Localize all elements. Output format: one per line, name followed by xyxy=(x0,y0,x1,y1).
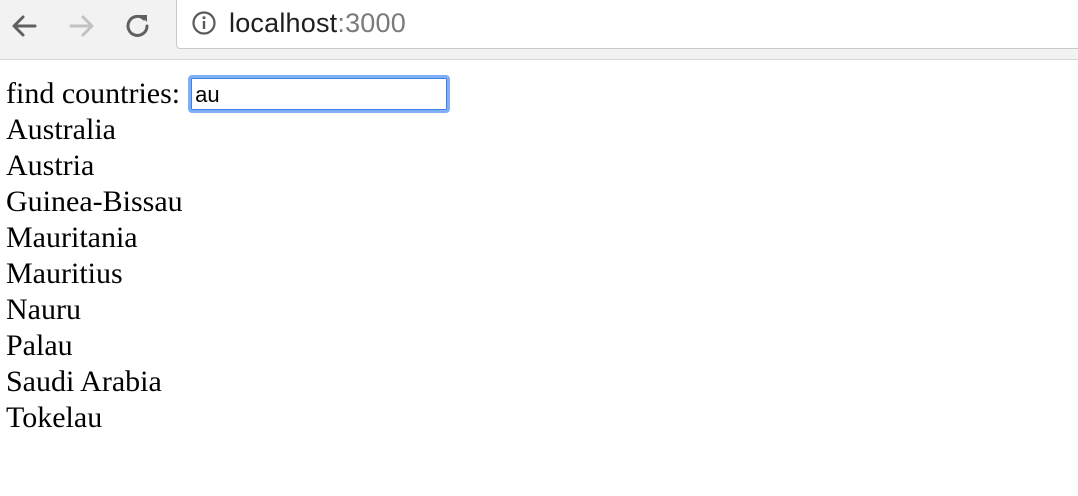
list-item: Palau xyxy=(6,329,73,362)
reload-icon xyxy=(126,14,149,37)
arrow-left-icon xyxy=(12,15,37,37)
url-text: localhost:3000 xyxy=(229,8,406,39)
search-label: find countries: xyxy=(6,77,181,110)
forward-button[interactable] xyxy=(64,8,100,44)
search-row: find countries: xyxy=(6,75,1078,113)
country-list: Australia Austria Guinea-Bissau Mauritan… xyxy=(6,112,1078,436)
list-item: Tokelau xyxy=(6,401,103,434)
list-item: Guinea-Bissau xyxy=(6,185,183,218)
url-host: localhost xyxy=(229,7,338,38)
page-content: find countries: Australia Austria Guinea… xyxy=(0,60,1078,436)
list-item: Australia xyxy=(6,113,116,146)
list-item: Mauritius xyxy=(6,257,123,290)
info-icon[interactable] xyxy=(191,10,217,36)
reload-button[interactable] xyxy=(120,8,156,44)
browser-toolbar: localhost:3000 xyxy=(0,0,1078,60)
list-item: Saudi Arabia xyxy=(6,365,162,398)
list-item: Austria xyxy=(6,149,95,182)
back-button[interactable] xyxy=(6,8,42,44)
arrow-right-icon xyxy=(69,15,94,37)
search-input[interactable] xyxy=(188,75,451,113)
list-item: Nauru xyxy=(6,293,81,326)
address-bar[interactable]: localhost:3000 xyxy=(176,0,1078,49)
url-port: :3000 xyxy=(337,7,406,38)
list-item: Mauritania xyxy=(6,221,138,254)
